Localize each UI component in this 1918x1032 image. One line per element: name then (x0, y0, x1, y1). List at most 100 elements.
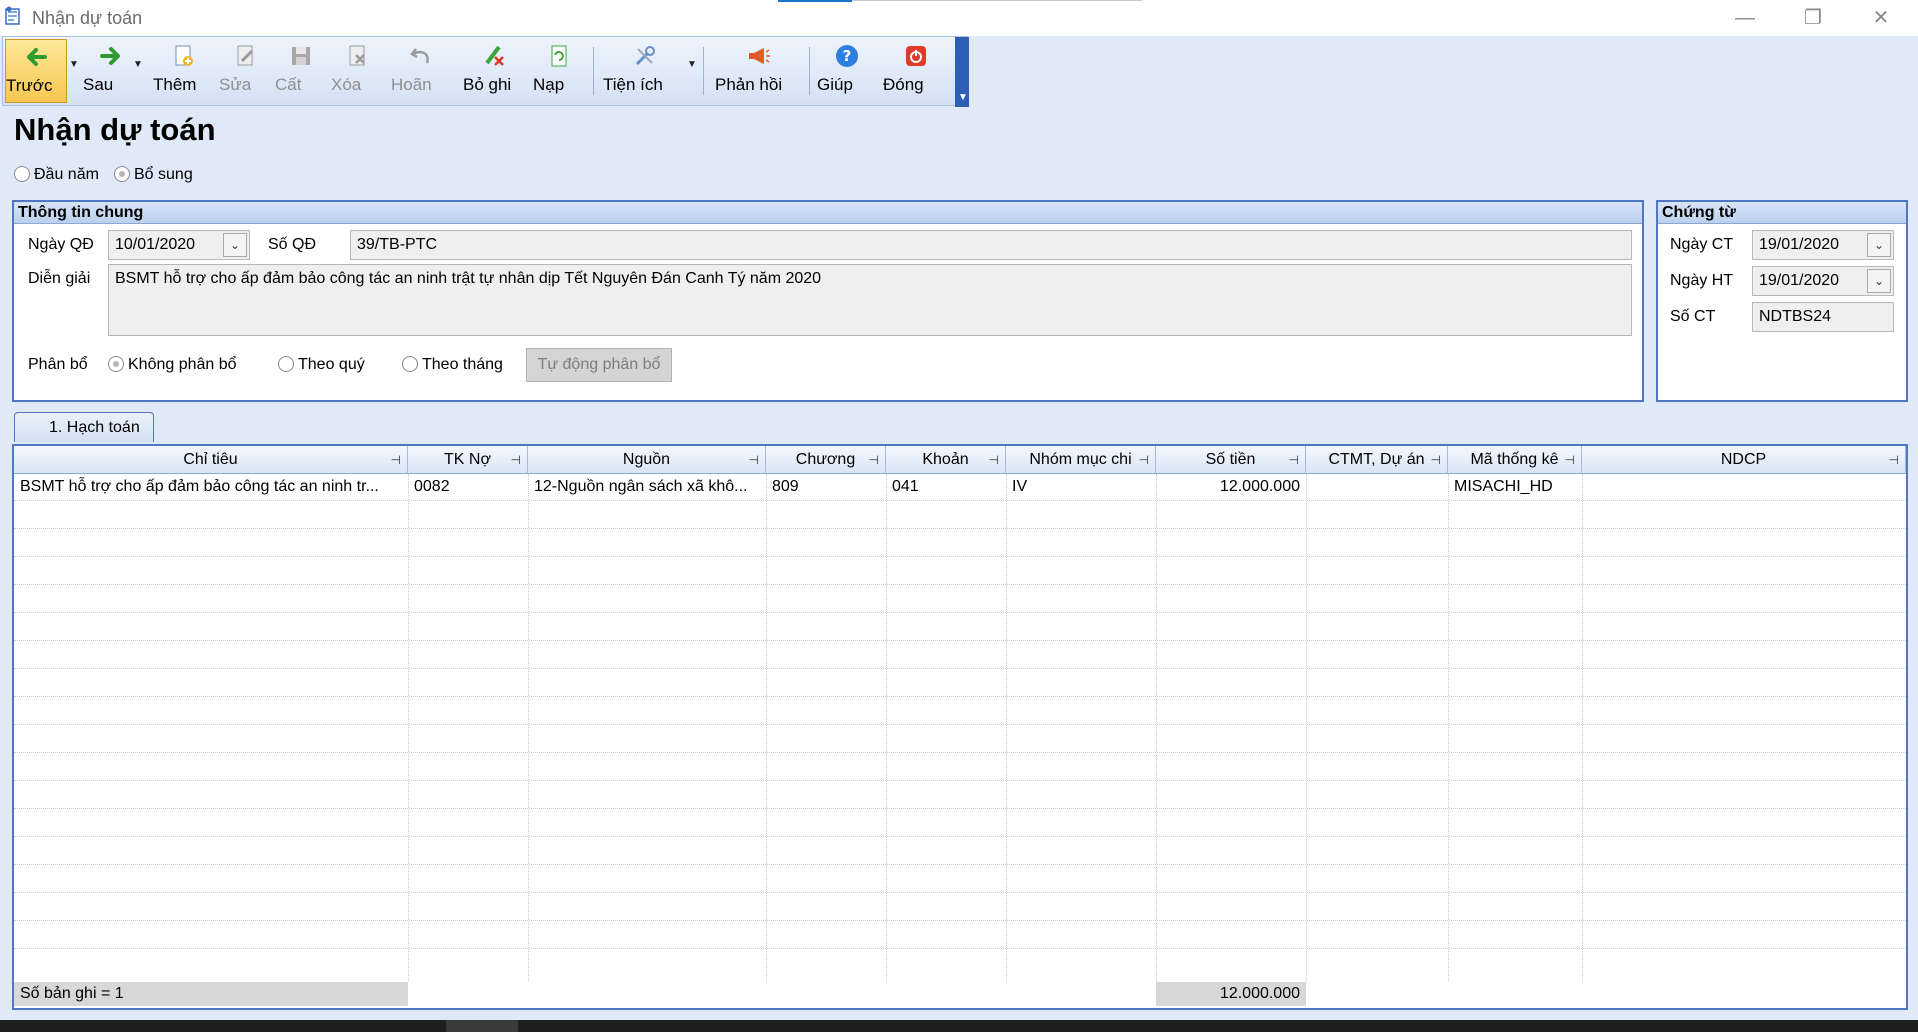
dien-giai-field[interactable]: BSMT hỗ trợ cho ấp đảm bảo công tác an n… (108, 264, 1632, 336)
delete-button[interactable]: Xóa (331, 39, 383, 103)
grid-hline (14, 724, 1906, 725)
cell-tk-no[interactable]: 0082 (408, 474, 528, 500)
help-button-label: Giúp (817, 75, 853, 94)
radio-theo-quy[interactable] (278, 356, 294, 372)
grid-hline (14, 780, 1906, 781)
edit-button-label: Sửa (219, 75, 252, 94)
pin-icon[interactable]: ⊣ (1139, 446, 1149, 473)
ngay-ht-field[interactable]: 19/01/2020 ⌄ (1752, 266, 1894, 296)
ngay-qd-field[interactable]: 10/01/2020 ⌄ (108, 230, 250, 260)
col-header-khoan[interactable]: Khoản ⊣ (886, 446, 1006, 474)
toolbar-overflow-button[interactable]: ▼ (955, 37, 969, 107)
cell-ndcp[interactable] (1582, 474, 1906, 500)
ngay-ct-field[interactable]: 19/01/2020 ⌄ (1752, 230, 1894, 260)
col-header-so-tien[interactable]: Số tiền ⊣ (1156, 446, 1306, 474)
pin-icon[interactable]: ⊣ (989, 446, 999, 473)
cell-so-tien[interactable]: 12.000.000 (1156, 474, 1306, 500)
grid-vline (886, 474, 887, 982)
cell-ctmt-du-an[interactable] (1306, 474, 1448, 500)
add-document-icon (175, 45, 193, 66)
close-button[interactable]: Đóng (883, 39, 949, 103)
save-icon (292, 47, 310, 65)
pin-icon[interactable]: ⊣ (1431, 446, 1441, 473)
utilities-dropdown-arrow[interactable]: ▼ (687, 59, 697, 70)
back-arrow-icon (27, 48, 47, 66)
title-accent (778, 0, 852, 2)
app-icon (5, 6, 20, 25)
radio-bo-sung-label: Bổ sung (134, 166, 193, 183)
forward-dropdown-arrow[interactable]: ▼ (133, 59, 143, 70)
title-accent-line (852, 0, 1142, 1)
grid-hline (14, 528, 1906, 529)
col-header-nguon[interactable]: Nguồn ⊣ (528, 446, 766, 474)
so-ct-field[interactable]: NDTBS24 (1752, 302, 1894, 332)
unpost-button-label: Bỏ ghi (463, 75, 512, 94)
voucher-group: Chứng từ Ngày CT 19/01/2020 ⌄ Ngày HT 19… (1656, 200, 1908, 402)
grid-vline (1306, 474, 1307, 982)
col-header-chuong[interactable]: Chương ⊣ (766, 446, 886, 474)
close-window-button[interactable]: ✕ (1858, 4, 1904, 32)
save-button[interactable]: Cất (275, 39, 327, 103)
so-ct-value: NDTBS24 (1759, 308, 1832, 325)
unpost-button[interactable]: Bỏ ghi (463, 39, 525, 103)
radio-bo-sung[interactable] (114, 166, 130, 182)
help-button[interactable]: ? Giúp (817, 39, 877, 103)
grid-vline (1582, 474, 1583, 982)
auto-allocate-button[interactable]: Tự động phân bổ (526, 348, 672, 382)
radio-khong-phan-bo-label: Không phân bổ (128, 356, 237, 373)
taskbar-item[interactable] (446, 1020, 518, 1032)
grid-hline (14, 808, 1906, 809)
undo-icon (410, 48, 429, 64)
tab-hach-toan[interactable]: 1. Hạch toán (14, 412, 154, 442)
reload-button[interactable]: Nạp (533, 39, 585, 103)
radio-dau-nam[interactable] (14, 166, 30, 182)
ngay-ct-label: Ngày CT (1670, 236, 1734, 253)
add-button[interactable]: Thêm (153, 39, 213, 103)
col-header-ctmt-du-an[interactable]: CTMT, Dự án ⊣ (1306, 446, 1448, 474)
radio-theo-thang-label: Theo tháng (422, 356, 503, 373)
pin-icon[interactable]: ⊣ (1565, 446, 1575, 473)
add-button-label: Thêm (153, 75, 197, 94)
restore-button[interactable]: ❐ (1790, 4, 1836, 32)
grid-hline (14, 752, 1906, 753)
cell-nhom-muc-chi[interactable]: IV (1006, 474, 1156, 500)
main-area: Trước ▼ Sau ▼ Thêm Sửa Cất Xóa Hoãn Bỏ g… (0, 36, 1918, 1020)
pin-icon[interactable]: ⊣ (1889, 446, 1899, 473)
col-header-chi-tieu[interactable]: Chỉ tiêu ⊣ (14, 446, 408, 474)
back-button-label: Trước (6, 76, 53, 95)
radio-khong-phan-bo[interactable] (108, 356, 124, 372)
edit-document-icon (237, 45, 254, 66)
grid-hline (14, 640, 1906, 641)
col-header-ndcp[interactable]: NDCP ⊣ (1582, 446, 1906, 474)
chevron-down-icon[interactable]: ⌄ (1867, 269, 1891, 293)
pin-icon[interactable]: ⊣ (749, 446, 759, 473)
feedback-button[interactable]: Phản hồi (715, 39, 801, 103)
back-button[interactable]: Trước (5, 39, 67, 103)
cell-chuong[interactable]: 809 (766, 474, 886, 500)
cell-nguon[interactable]: 12-Nguồn ngân sách xã khô... (528, 474, 766, 500)
pin-icon[interactable]: ⊣ (391, 446, 401, 473)
undo-button-label: Hoãn (391, 75, 432, 94)
pin-icon[interactable]: ⊣ (1289, 446, 1299, 473)
voucher-header: Chứng từ (1658, 202, 1906, 224)
back-dropdown-arrow[interactable]: ▼ (69, 59, 79, 70)
undo-button[interactable]: Hoãn (391, 39, 451, 103)
radio-theo-thang[interactable] (402, 356, 418, 372)
chevron-down-icon[interactable]: ⌄ (223, 233, 247, 257)
pin-icon[interactable]: ⊣ (869, 446, 879, 473)
pin-icon[interactable]: ⊣ (511, 446, 521, 473)
edit-button[interactable]: Sửa (219, 39, 271, 103)
forward-button[interactable]: Sau (83, 39, 139, 103)
radio-theo-quy-label: Theo quý (298, 356, 365, 373)
cell-chi-tieu[interactable]: BSMT hỗ trợ cho ấp đảm bảo công tác an n… (14, 474, 408, 500)
cell-khoan[interactable]: 041 (886, 474, 1006, 500)
col-header-ma-thong-ke[interactable]: Mã thống kê ⊣ (1448, 446, 1582, 474)
chevron-down-icon[interactable]: ⌄ (1867, 233, 1891, 257)
utilities-button[interactable]: Tiện ích (603, 39, 687, 103)
so-qd-field[interactable]: 39/TB-PTC (350, 230, 1632, 260)
col-header-nhom-muc-chi[interactable]: Nhóm mục chi ⊣ (1006, 446, 1156, 474)
col-header-tk-no[interactable]: TK Nợ ⊣ (408, 446, 528, 474)
minimize-button[interactable]: — (1722, 4, 1768, 32)
cell-ma-thong-ke[interactable]: MISACHI_HD (1448, 474, 1582, 500)
reload-button-label: Nạp (533, 75, 565, 94)
